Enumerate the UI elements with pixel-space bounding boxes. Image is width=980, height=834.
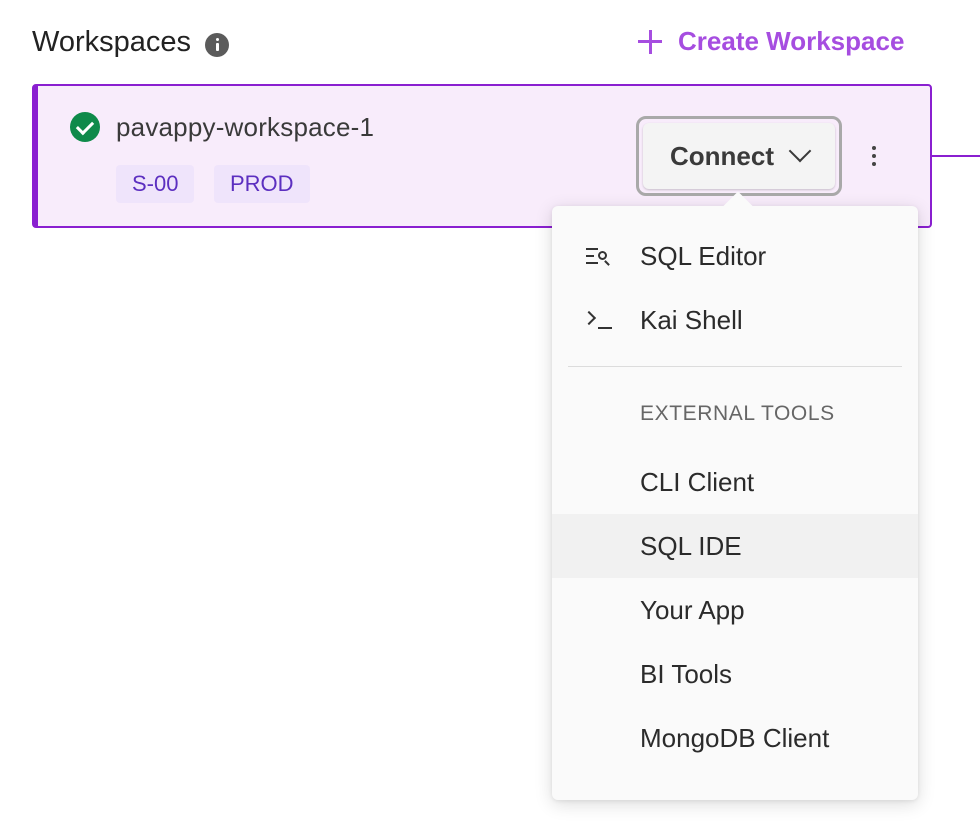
card-connector-line xyxy=(931,155,980,157)
menu-item-label: BI Tools xyxy=(640,658,733,689)
menu-item-bi-tools[interactable]: BI Tools xyxy=(552,642,918,706)
external-tools-header: EXTERNAL TOOLS xyxy=(640,402,835,425)
menu-item-label: SQL Editor xyxy=(640,240,767,271)
menu-item-kai-shell[interactable]: Kai Shell xyxy=(552,288,918,352)
more-options-icon[interactable] xyxy=(862,144,886,168)
create-workspace-button[interactable]: Create Workspace xyxy=(638,26,904,57)
menu-item-label: Your App xyxy=(640,594,745,625)
connect-dropdown-menu: SQL Editor Kai Shell EXTERNAL TOOLS CLI … xyxy=(552,206,918,800)
status-running-icon xyxy=(70,112,100,142)
terminal-icon xyxy=(581,310,612,330)
chevron-down-icon xyxy=(788,139,812,163)
page-title-text: Workspaces xyxy=(32,26,192,58)
menu-item-label: CLI Client xyxy=(640,466,755,497)
menu-item-label: MongoDB Client xyxy=(640,722,830,753)
page-title: Workspaces xyxy=(32,26,230,59)
menu-divider xyxy=(568,366,902,367)
menu-item-your-app[interactable]: Your App xyxy=(552,578,918,642)
menu-item-mongodb-client[interactable]: MongoDB Client xyxy=(552,706,918,770)
menu-item-cli-client[interactable]: CLI Client xyxy=(552,450,918,514)
menu-item-label: Kai Shell xyxy=(640,304,743,335)
workspace-name: pavappy-workspace-1 xyxy=(116,112,375,142)
menu-item-label: SQL IDE xyxy=(640,530,742,561)
workspace-size-badge: S-00 xyxy=(116,165,195,203)
sql-editor-icon xyxy=(586,246,612,266)
create-workspace-label: Create Workspace xyxy=(678,26,905,56)
menu-item-sql-ide[interactable]: SQL IDE xyxy=(552,514,918,578)
connect-button[interactable]: Connect xyxy=(643,123,835,189)
connect-button-focus-ring: Connect xyxy=(636,116,842,196)
plus-icon xyxy=(638,29,662,54)
menu-item-sql-editor[interactable]: SQL Editor xyxy=(552,224,918,288)
connect-button-label: Connect xyxy=(670,140,774,171)
workspaces-page: Workspaces Create Workspace pavappy-work… xyxy=(0,0,980,834)
workspace-env-badge: PROD xyxy=(214,165,310,203)
info-icon[interactable] xyxy=(205,32,230,57)
